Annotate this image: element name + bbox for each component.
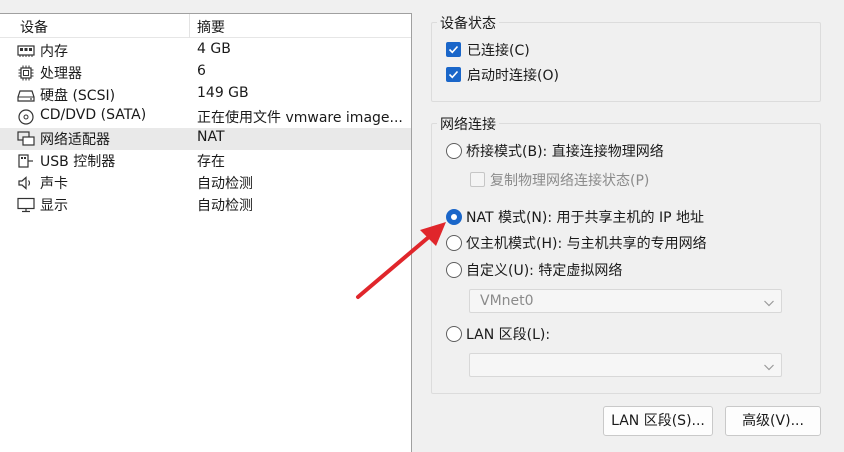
processor-icon bbox=[17, 65, 35, 81]
hard-disk-icon bbox=[17, 87, 35, 103]
monitor-icon bbox=[17, 197, 35, 213]
host-only-radio[interactable] bbox=[446, 235, 462, 251]
chevron-down-icon bbox=[763, 360, 775, 376]
device-summary: 149 GB bbox=[197, 85, 249, 101]
device-row-memory[interactable]: 内存 4 GB bbox=[0, 40, 411, 62]
device-name: 内存 bbox=[40, 44, 68, 60]
network-adapter-icon bbox=[17, 131, 35, 147]
speaker-icon bbox=[17, 175, 35, 191]
device-column-header[interactable]: 设备 bbox=[20, 17, 48, 37]
replicate-state-checkbox[interactable] bbox=[470, 172, 485, 187]
device-row-hard-disk[interactable]: 硬盘 (SCSI) 149 GB bbox=[0, 84, 411, 106]
device-name: CD/DVD (SATA) bbox=[40, 107, 147, 123]
network-connection-title: 网络连接 bbox=[437, 114, 499, 134]
device-row-cd-dvd[interactable]: CD/DVD (SATA) 正在使用文件 vmware image... bbox=[0, 106, 411, 128]
device-status-group bbox=[431, 22, 821, 102]
lan-segment-select[interactable] bbox=[469, 353, 782, 377]
nat-radio[interactable] bbox=[446, 209, 462, 225]
device-name: 网络适配器 bbox=[40, 132, 110, 148]
custom-network-value: VMnet0 bbox=[480, 293, 534, 309]
connected-label[interactable]: 已连接(C) bbox=[467, 40, 530, 60]
lan-segment-radio[interactable] bbox=[446, 326, 462, 342]
host-only-label[interactable]: 仅主机模式(H): 与主机共享的专用网络 bbox=[466, 233, 707, 253]
replicate-state-label[interactable]: 复制物理网络连接状态(P) bbox=[490, 170, 649, 190]
device-summary: 6 bbox=[197, 63, 206, 79]
bridged-radio[interactable] bbox=[446, 143, 462, 159]
chevron-down-icon bbox=[763, 296, 775, 312]
bridged-label[interactable]: 桥接模式(B): 直接连接物理网络 bbox=[466, 141, 664, 161]
connect-at-power-on-label[interactable]: 启动时连接(O) bbox=[467, 65, 559, 85]
cd-dvd-icon bbox=[17, 109, 35, 125]
device-summary: 正在使用文件 vmware image... bbox=[197, 110, 403, 126]
device-name: 显示 bbox=[40, 198, 68, 214]
device-name: USB 控制器 bbox=[40, 154, 116, 170]
lan-segments-button[interactable]: LAN 区段(S)... bbox=[603, 406, 713, 436]
advanced-button[interactable]: 高级(V)... bbox=[725, 406, 821, 436]
connected-checkbox[interactable] bbox=[446, 42, 461, 57]
custom-network-select[interactable]: VMnet0 bbox=[469, 289, 782, 313]
device-row-display[interactable]: 显示 自动检测 bbox=[0, 194, 411, 216]
column-separator bbox=[189, 14, 190, 38]
device-name: 处理器 bbox=[40, 66, 82, 82]
device-row-usb[interactable]: USB 控制器 存在 bbox=[0, 150, 411, 172]
device-row-processor[interactable]: 处理器 6 bbox=[0, 62, 411, 84]
device-status-title: 设备状态 bbox=[437, 13, 499, 33]
lan-segment-label[interactable]: LAN 区段(L): bbox=[466, 324, 550, 344]
device-summary: 自动检测 bbox=[197, 198, 253, 214]
custom-label[interactable]: 自定义(U): 特定虚拟网络 bbox=[466, 260, 622, 280]
device-name: 硬盘 (SCSI) bbox=[40, 88, 116, 104]
summary-column-header[interactable]: 摘要 bbox=[197, 17, 225, 37]
device-summary: NAT bbox=[197, 129, 225, 145]
custom-radio[interactable] bbox=[446, 262, 462, 278]
nat-label[interactable]: NAT 模式(N): 用于共享主机的 IP 地址 bbox=[466, 207, 704, 227]
device-row-network-adapter[interactable]: 网络适配器 NAT bbox=[0, 128, 411, 150]
usb-icon bbox=[17, 153, 35, 169]
device-summary: 自动检测 bbox=[197, 176, 253, 192]
memory-icon bbox=[17, 43, 35, 59]
connect-at-power-on-checkbox[interactable] bbox=[446, 67, 461, 82]
device-list-header: 设备 摘要 bbox=[0, 14, 411, 38]
device-summary: 4 GB bbox=[197, 41, 231, 57]
device-summary: 存在 bbox=[197, 154, 225, 170]
device-row-sound-card[interactable]: 声卡 自动检测 bbox=[0, 172, 411, 194]
device-name: 声卡 bbox=[40, 176, 68, 192]
device-list: 设备 摘要 内存 4 GB 处理器 6 硬盘 (SCSI) 149 GB CD/… bbox=[0, 13, 412, 452]
